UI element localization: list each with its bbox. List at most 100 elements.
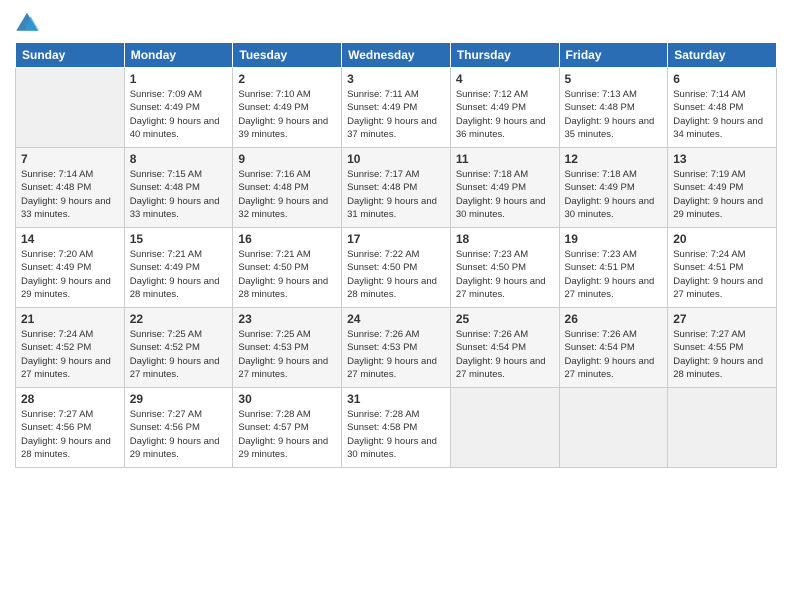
calendar-day: 4 Sunrise: 7:12 AM Sunset: 4:49 PM Dayli… <box>450 68 559 148</box>
day-number: 7 <box>21 152 119 166</box>
day-info: Sunrise: 7:17 AM Sunset: 4:48 PM Dayligh… <box>347 168 445 221</box>
day-info: Sunrise: 7:11 AM Sunset: 4:49 PM Dayligh… <box>347 88 445 141</box>
weekday-header: Tuesday <box>233 43 342 68</box>
day-number: 26 <box>565 312 663 326</box>
calendar-week: 28 Sunrise: 7:27 AM Sunset: 4:56 PM Dayl… <box>16 388 777 468</box>
calendar-day: 22 Sunrise: 7:25 AM Sunset: 4:52 PM Dayl… <box>124 308 233 388</box>
day-number: 8 <box>130 152 228 166</box>
day-number: 16 <box>238 232 336 246</box>
calendar-day: 1 Sunrise: 7:09 AM Sunset: 4:49 PM Dayli… <box>124 68 233 148</box>
page: SundayMondayTuesdayWednesdayThursdayFrid… <box>0 0 792 612</box>
day-info: Sunrise: 7:09 AM Sunset: 4:49 PM Dayligh… <box>130 88 228 141</box>
calendar-week: 14 Sunrise: 7:20 AM Sunset: 4:49 PM Dayl… <box>16 228 777 308</box>
day-number: 4 <box>456 72 554 86</box>
day-info: Sunrise: 7:24 AM Sunset: 4:51 PM Dayligh… <box>673 248 771 301</box>
day-number: 31 <box>347 392 445 406</box>
calendar-day: 10 Sunrise: 7:17 AM Sunset: 4:48 PM Dayl… <box>342 148 451 228</box>
day-info: Sunrise: 7:23 AM Sunset: 4:51 PM Dayligh… <box>565 248 663 301</box>
calendar-day: 30 Sunrise: 7:28 AM Sunset: 4:57 PM Dayl… <box>233 388 342 468</box>
calendar-day: 12 Sunrise: 7:18 AM Sunset: 4:49 PM Dayl… <box>559 148 668 228</box>
day-number: 21 <box>21 312 119 326</box>
day-number: 1 <box>130 72 228 86</box>
calendar-day: 31 Sunrise: 7:28 AM Sunset: 4:58 PM Dayl… <box>342 388 451 468</box>
calendar-day: 29 Sunrise: 7:27 AM Sunset: 4:56 PM Dayl… <box>124 388 233 468</box>
day-number: 28 <box>21 392 119 406</box>
calendar-day: 27 Sunrise: 7:27 AM Sunset: 4:55 PM Dayl… <box>668 308 777 388</box>
day-info: Sunrise: 7:26 AM Sunset: 4:54 PM Dayligh… <box>456 328 554 381</box>
calendar-week: 1 Sunrise: 7:09 AM Sunset: 4:49 PM Dayli… <box>16 68 777 148</box>
day-info: Sunrise: 7:25 AM Sunset: 4:53 PM Dayligh… <box>238 328 336 381</box>
calendar-day: 17 Sunrise: 7:22 AM Sunset: 4:50 PM Dayl… <box>342 228 451 308</box>
day-info: Sunrise: 7:27 AM Sunset: 4:56 PM Dayligh… <box>21 408 119 461</box>
calendar-week: 21 Sunrise: 7:24 AM Sunset: 4:52 PM Dayl… <box>16 308 777 388</box>
weekday-header: Thursday <box>450 43 559 68</box>
calendar-day <box>450 388 559 468</box>
calendar-day: 11 Sunrise: 7:18 AM Sunset: 4:49 PM Dayl… <box>450 148 559 228</box>
day-info: Sunrise: 7:27 AM Sunset: 4:55 PM Dayligh… <box>673 328 771 381</box>
calendar-day <box>668 388 777 468</box>
day-number: 14 <box>21 232 119 246</box>
day-number: 2 <box>238 72 336 86</box>
day-info: Sunrise: 7:12 AM Sunset: 4:49 PM Dayligh… <box>456 88 554 141</box>
header <box>15 10 777 34</box>
day-info: Sunrise: 7:28 AM Sunset: 4:57 PM Dayligh… <box>238 408 336 461</box>
calendar-day: 28 Sunrise: 7:27 AM Sunset: 4:56 PM Dayl… <box>16 388 125 468</box>
day-info: Sunrise: 7:23 AM Sunset: 4:50 PM Dayligh… <box>456 248 554 301</box>
day-info: Sunrise: 7:22 AM Sunset: 4:50 PM Dayligh… <box>347 248 445 301</box>
calendar-day: 18 Sunrise: 7:23 AM Sunset: 4:50 PM Dayl… <box>450 228 559 308</box>
calendar-day: 19 Sunrise: 7:23 AM Sunset: 4:51 PM Dayl… <box>559 228 668 308</box>
calendar-day: 7 Sunrise: 7:14 AM Sunset: 4:48 PM Dayli… <box>16 148 125 228</box>
logo-icon <box>15 10 39 34</box>
weekday-header: Friday <box>559 43 668 68</box>
calendar-day <box>16 68 125 148</box>
calendar-day: 13 Sunrise: 7:19 AM Sunset: 4:49 PM Dayl… <box>668 148 777 228</box>
day-number: 5 <box>565 72 663 86</box>
day-info: Sunrise: 7:10 AM Sunset: 4:49 PM Dayligh… <box>238 88 336 141</box>
day-info: Sunrise: 7:14 AM Sunset: 4:48 PM Dayligh… <box>21 168 119 221</box>
day-number: 3 <box>347 72 445 86</box>
day-number: 18 <box>456 232 554 246</box>
day-number: 10 <box>347 152 445 166</box>
calendar-day: 23 Sunrise: 7:25 AM Sunset: 4:53 PM Dayl… <box>233 308 342 388</box>
logo <box>15 10 43 34</box>
day-number: 23 <box>238 312 336 326</box>
header-row: SundayMondayTuesdayWednesdayThursdayFrid… <box>16 43 777 68</box>
day-info: Sunrise: 7:26 AM Sunset: 4:53 PM Dayligh… <box>347 328 445 381</box>
weekday-header: Saturday <box>668 43 777 68</box>
calendar-day: 15 Sunrise: 7:21 AM Sunset: 4:49 PM Dayl… <box>124 228 233 308</box>
day-info: Sunrise: 7:13 AM Sunset: 4:48 PM Dayligh… <box>565 88 663 141</box>
day-info: Sunrise: 7:15 AM Sunset: 4:48 PM Dayligh… <box>130 168 228 221</box>
day-number: 29 <box>130 392 228 406</box>
day-info: Sunrise: 7:21 AM Sunset: 4:50 PM Dayligh… <box>238 248 336 301</box>
day-number: 22 <box>130 312 228 326</box>
day-number: 11 <box>456 152 554 166</box>
weekday-header: Monday <box>124 43 233 68</box>
calendar-day: 26 Sunrise: 7:26 AM Sunset: 4:54 PM Dayl… <box>559 308 668 388</box>
day-info: Sunrise: 7:18 AM Sunset: 4:49 PM Dayligh… <box>565 168 663 221</box>
day-info: Sunrise: 7:16 AM Sunset: 4:48 PM Dayligh… <box>238 168 336 221</box>
calendar-day: 21 Sunrise: 7:24 AM Sunset: 4:52 PM Dayl… <box>16 308 125 388</box>
day-number: 12 <box>565 152 663 166</box>
weekday-header: Sunday <box>16 43 125 68</box>
day-info: Sunrise: 7:14 AM Sunset: 4:48 PM Dayligh… <box>673 88 771 141</box>
day-info: Sunrise: 7:21 AM Sunset: 4:49 PM Dayligh… <box>130 248 228 301</box>
day-number: 25 <box>456 312 554 326</box>
day-info: Sunrise: 7:18 AM Sunset: 4:49 PM Dayligh… <box>456 168 554 221</box>
calendar-day: 8 Sunrise: 7:15 AM Sunset: 4:48 PM Dayli… <box>124 148 233 228</box>
day-info: Sunrise: 7:20 AM Sunset: 4:49 PM Dayligh… <box>21 248 119 301</box>
day-number: 19 <box>565 232 663 246</box>
calendar-day: 20 Sunrise: 7:24 AM Sunset: 4:51 PM Dayl… <box>668 228 777 308</box>
day-number: 13 <box>673 152 771 166</box>
calendar-day: 9 Sunrise: 7:16 AM Sunset: 4:48 PM Dayli… <box>233 148 342 228</box>
day-info: Sunrise: 7:27 AM Sunset: 4:56 PM Dayligh… <box>130 408 228 461</box>
day-number: 20 <box>673 232 771 246</box>
calendar-table: SundayMondayTuesdayWednesdayThursdayFrid… <box>15 42 777 468</box>
calendar-day: 14 Sunrise: 7:20 AM Sunset: 4:49 PM Dayl… <box>16 228 125 308</box>
calendar-day: 25 Sunrise: 7:26 AM Sunset: 4:54 PM Dayl… <box>450 308 559 388</box>
day-info: Sunrise: 7:25 AM Sunset: 4:52 PM Dayligh… <box>130 328 228 381</box>
day-info: Sunrise: 7:28 AM Sunset: 4:58 PM Dayligh… <box>347 408 445 461</box>
calendar-day: 3 Sunrise: 7:11 AM Sunset: 4:49 PM Dayli… <box>342 68 451 148</box>
day-info: Sunrise: 7:26 AM Sunset: 4:54 PM Dayligh… <box>565 328 663 381</box>
day-number: 27 <box>673 312 771 326</box>
calendar-day: 24 Sunrise: 7:26 AM Sunset: 4:53 PM Dayl… <box>342 308 451 388</box>
